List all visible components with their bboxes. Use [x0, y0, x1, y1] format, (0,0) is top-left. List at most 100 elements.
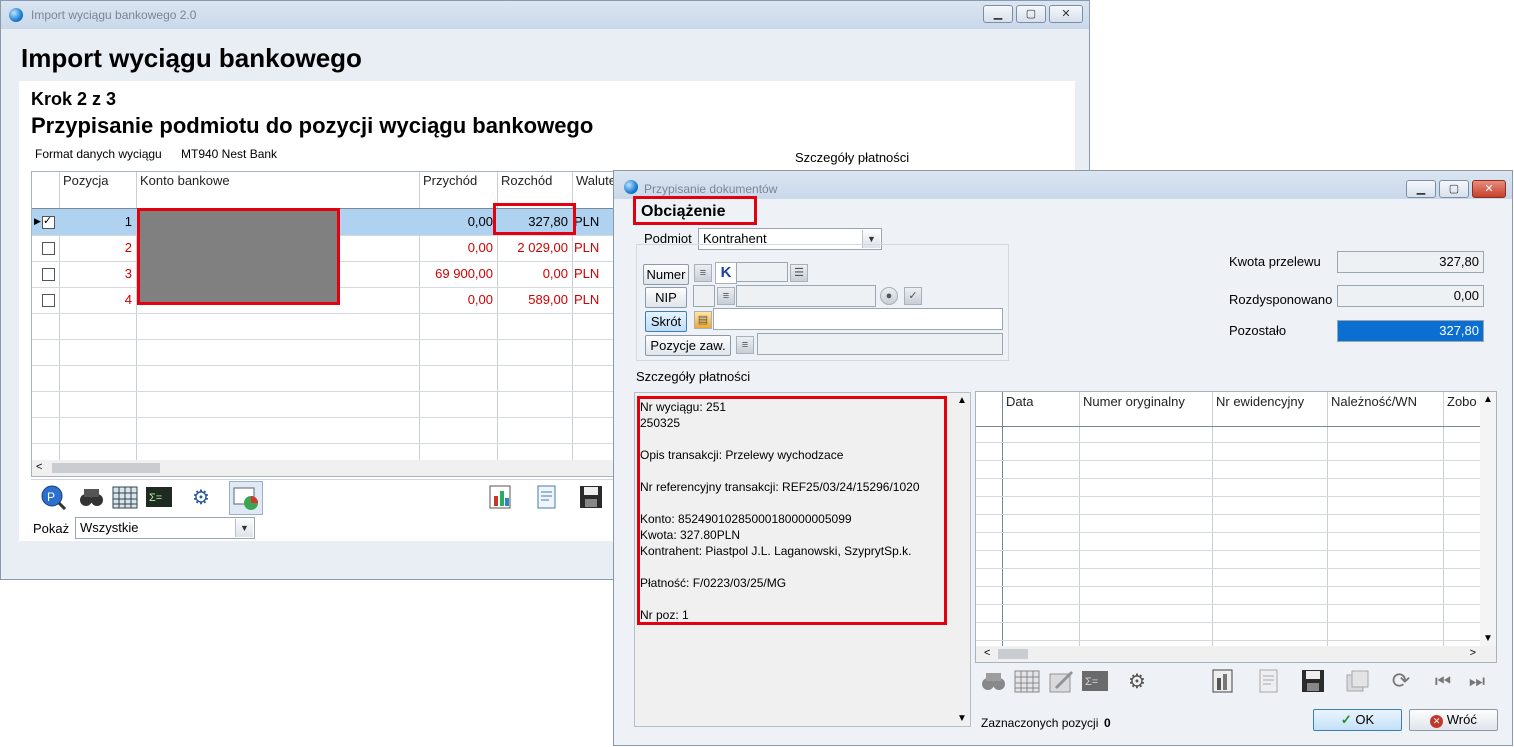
details-label: Szczegóły płatności [636, 369, 751, 384]
copy-icon[interactable] [1343, 667, 1371, 695]
highlight-heading [633, 196, 757, 225]
nip-field[interactable] [736, 285, 876, 307]
back-button[interactable]: ✕ Wróć [1409, 709, 1498, 731]
col-header-pozycja[interactable]: Pozycja [59, 172, 136, 208]
globe-icon[interactable]: ● [880, 287, 898, 305]
row-rozchod: 2 029,00 [517, 240, 568, 255]
nip-prefix-field[interactable] [693, 285, 715, 307]
svg-text:Σ=: Σ= [1085, 676, 1098, 688]
documents-table: Data Numer oryginalny Nr ewidencyjny Nal… [975, 391, 1497, 663]
chart-window-icon[interactable] [229, 481, 263, 515]
lookup-icon[interactable]: ☰ [790, 264, 808, 282]
format-value: MT940 Nest Bank [181, 147, 278, 161]
search-icon[interactable]: P [39, 483, 67, 511]
save-icon[interactable] [577, 483, 605, 511]
main-window-title: Import wyciągu bankowego 2.0 [31, 8, 197, 22]
report-chart-icon[interactable] [487, 483, 515, 511]
binoculars-icon[interactable] [77, 483, 105, 511]
gears-icon[interactable]: ⚙ [1123, 667, 1151, 695]
table-icon[interactable] [111, 483, 139, 511]
horizontal-scrollbar[interactable]: < > [976, 646, 1496, 662]
table-icon[interactable] [1013, 667, 1041, 695]
col-header-przychod[interactable]: Przychód [419, 172, 497, 208]
vertical-scrollbar[interactable]: ▲ ▼ [1480, 392, 1496, 646]
row-position: 4 [124, 292, 132, 307]
notepad-icon[interactable]: ▤ [694, 311, 712, 329]
cancel-icon: ✕ [1430, 715, 1444, 728]
numer-field[interactable] [736, 262, 788, 282]
document-icon[interactable] [533, 483, 561, 511]
pozycje-button[interactable]: Pozycje zaw. [645, 335, 731, 356]
col-header-data[interactable]: Data [1002, 393, 1079, 429]
list-icon[interactable]: ≡ [694, 264, 712, 282]
minimize-button[interactable]: ▁ [1406, 180, 1436, 198]
gears-icon[interactable]: ⚙ [187, 483, 215, 511]
details-scrollbar[interactable]: ▲ ▼ [954, 393, 970, 726]
numer-button[interactable]: Numer [643, 264, 689, 285]
show-filter-select[interactable]: Wszystkie ▼ [75, 517, 255, 539]
kwota-field: 327,80 [1337, 251, 1484, 273]
maximize-button[interactable]: ▢ [1016, 5, 1046, 23]
binoculars-icon[interactable] [979, 667, 1007, 695]
last-record-icon[interactable]: ⏭ [1463, 667, 1491, 695]
nip-button[interactable]: NIP [645, 287, 687, 308]
formula-icon[interactable]: Σ= [145, 483, 173, 511]
document-icon[interactable] [1255, 667, 1283, 695]
dialog-toolbar: Σ= ⚙ ⟳ ⏮ ⏭ [975, 665, 1497, 699]
horizontal-scrollbar[interactable]: < [32, 460, 630, 476]
format-label: Format danych wyciągu [35, 147, 162, 161]
row-position: 3 [124, 266, 132, 281]
ok-button[interactable]: ✓ OK [1313, 709, 1402, 731]
show-filter-value: Wszystkie [80, 520, 139, 535]
col-header-konto[interactable]: Konto bankowe [136, 172, 419, 208]
main-toolbar: P Σ= ⚙ [31, 479, 631, 515]
row-checkbox[interactable] [42, 214, 55, 229]
rozdysponowano-label: Rozdysponowano [1229, 292, 1333, 307]
maximize-button[interactable]: ▢ [1439, 180, 1469, 198]
col-header-numer-oryginalny[interactable]: Numer oryginalny [1079, 393, 1212, 429]
app-icon [9, 8, 23, 22]
pozostalo-field: 327,80 [1337, 320, 1484, 342]
skrot-button[interactable]: Skrót [645, 311, 687, 332]
report-icon[interactable] [1209, 667, 1237, 695]
kwota-label: Kwota przelewu [1229, 254, 1321, 269]
col-header-nr-ewidencyjny[interactable]: Nr ewidencyjny [1212, 393, 1327, 429]
check-icon[interactable]: ✓ [904, 287, 922, 305]
svg-text:P: P [47, 490, 55, 504]
col-header-zobo[interactable]: Zobo [1443, 393, 1483, 429]
col-header-naleznosc[interactable]: Należność/WN [1327, 393, 1443, 429]
selected-count: 0 [1104, 716, 1111, 730]
chevron-down-icon: ▼ [235, 519, 253, 537]
list-icon[interactable]: ≡ [717, 287, 735, 305]
dialog-titlebar: Przypisanie dokumentów ▁ ▢ ✕ [614, 171, 1512, 199]
highlight-details [637, 396, 947, 625]
first-record-icon[interactable]: ⏮ [1429, 667, 1457, 695]
page-header: Import wyciągu bankowego [21, 43, 362, 73]
step-title: Przypisanie podmiotu do pozycji wyciągu … [31, 113, 594, 138]
row-checkbox[interactable] [42, 242, 55, 255]
details-label: Szczegóły płatności [795, 150, 910, 165]
row-rozchod: 0,00 [542, 266, 568, 281]
edit-table-icon[interactable] [1047, 667, 1075, 695]
list-icon[interactable]: ≡ [736, 336, 754, 354]
highlight-amount [493, 203, 576, 235]
app-icon [624, 180, 638, 194]
row-przychod: 0,00 [467, 214, 493, 229]
highlight-account [137, 208, 340, 305]
pozycje-field[interactable] [757, 333, 1003, 355]
row-checkbox[interactable] [42, 294, 55, 307]
back-label: Wróć [1446, 712, 1477, 727]
minimize-button[interactable]: ▁ [983, 5, 1013, 23]
row-position: 1 [124, 214, 132, 229]
save-icon[interactable] [1299, 667, 1327, 695]
rozdysponowano-field: 0,00 [1337, 285, 1484, 307]
close-button[interactable]: ✕ [1049, 5, 1083, 23]
row-checkbox[interactable] [42, 268, 55, 281]
formula-icon[interactable]: Σ= [1081, 667, 1109, 695]
k-label: K [715, 262, 737, 284]
close-button[interactable]: ✕ [1472, 180, 1506, 198]
ok-label: OK [1355, 712, 1375, 727]
pozostalo-label: Pozostało [1229, 323, 1287, 338]
skrot-field[interactable] [713, 308, 1003, 330]
refresh-icon[interactable]: ⟳ [1387, 667, 1415, 695]
